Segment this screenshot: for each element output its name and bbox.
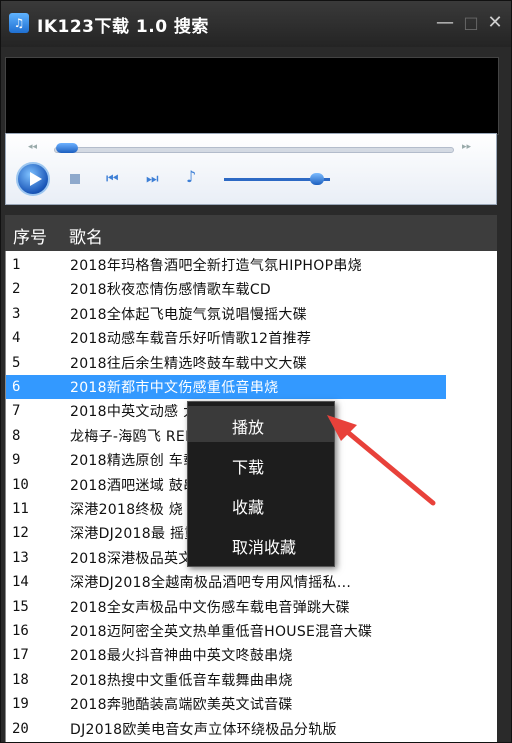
list-header: 序号 歌名: [5, 215, 497, 251]
volume-icon[interactable]: ♪: [186, 169, 196, 185]
table-row[interactable]: 17 2018最火抖音神曲中英文咚鼓串烧: [6, 643, 506, 667]
column-header-name[interactable]: 歌名: [69, 223, 103, 248]
row-song-name: 2018往后余生精选咚鼓车载中文大碟: [70, 355, 308, 372]
table-row[interactable]: 6 2018新都市中文伤感重低音串烧: [6, 375, 446, 399]
menu-item-favorite[interactable]: 收藏: [188, 486, 334, 522]
row-index: 20: [12, 720, 29, 737]
menu-item-label: 播放: [232, 418, 265, 437]
table-row[interactable]: 14 深港DJ2018全越南极品酒吧专用风情摇私...: [6, 570, 506, 594]
row-index: 15: [12, 598, 29, 615]
table-row[interactable]: 18 2018热搜中文重低音车载舞曲串烧: [6, 668, 506, 692]
table-row[interactable]: 3 2018全体起飞电旋气氛说唱慢摇大碟: [6, 302, 506, 326]
row-index: 6: [12, 379, 21, 395]
table-row[interactable]: 2 2018秋夜恋情伤感情歌车载CD: [6, 277, 506, 301]
row-song-name: 2018新都市中文伤感重低音串烧: [70, 380, 279, 396]
table-row[interactable]: 4 2018动感车载音乐好听情歌12首推荐: [6, 326, 506, 350]
row-song-name: 2018全体起飞电旋气氛说唱慢摇大碟: [70, 306, 308, 323]
seek-thumb[interactable]: [56, 143, 78, 153]
row-index: 4: [12, 330, 21, 347]
player-controls: ◂◂ ▸▸ ⏮ ⏭ ♪: [5, 133, 497, 205]
menu-item-unfavorite[interactable]: 取消收藏: [188, 526, 334, 562]
row-song-name: 2018热搜中文重低音车载舞曲串烧: [70, 672, 293, 689]
row-index: 8: [12, 427, 21, 444]
seek-back-icon[interactable]: ◂◂: [28, 142, 37, 152]
seek-forward-icon[interactable]: ▸▸: [462, 142, 471, 152]
row-index: 3: [12, 305, 21, 322]
table-row[interactable]: 5 2018往后余生精选咚鼓车载中文大碟: [6, 351, 506, 375]
menu-item-play[interactable]: 播放: [188, 406, 334, 442]
table-row[interactable]: 1 2018年玛格鲁酒吧全新打造气氛HIPHOP串烧: [6, 253, 506, 277]
row-index: 14: [12, 574, 29, 591]
row-index: 11: [12, 501, 29, 517]
row-index: 2: [12, 281, 21, 298]
row-song-name: 2018秋夜恋情伤感情歌车载CD: [70, 282, 271, 299]
row-index: 17: [12, 647, 29, 664]
row-song-name: 2018动感车载音乐好听情歌12首推荐: [70, 331, 312, 348]
row-index: 1: [12, 257, 21, 273]
row-index: 16: [12, 623, 29, 639]
row-index: 13: [12, 549, 29, 566]
stop-button[interactable]: [70, 174, 80, 184]
row-song-name: 2018奔驰酷装高端欧美英文试音碟: [70, 697, 293, 714]
menu-item-label: 取消收藏: [232, 538, 297, 557]
row-song-name: 2018全女声极品中文伤感车载电音弹跳大碟: [70, 599, 350, 616]
table-row[interactable]: 19 2018奔驰酷装高端欧美英文试音碟: [6, 692, 506, 716]
video-display: [5, 57, 499, 135]
row-song-name: 深港DJ2018全越南极品酒吧专用风情摇私...: [70, 575, 352, 592]
seek-bar[interactable]: [54, 147, 454, 153]
context-menu: 播放 下载 收藏 取消收藏: [187, 401, 335, 567]
close-button[interactable]: ✕: [483, 11, 507, 35]
next-button[interactable]: ⏭: [146, 172, 159, 186]
row-index: 5: [12, 354, 21, 371]
app-window: ♫ IK123下载 1.0 搜索 — □ ✕ ◂◂ ▸▸ ⏮ ⏭ ♪ 序号 歌名…: [0, 0, 512, 743]
column-header-index[interactable]: 序号: [13, 223, 47, 248]
window-title: IK123下载 1.0 搜索: [37, 17, 209, 37]
maximize-button[interactable]: □: [459, 11, 483, 35]
title-bar[interactable]: ♫ IK123下载 1.0 搜索 — □ ✕: [1, 1, 511, 47]
volume-thumb[interactable]: [310, 173, 324, 185]
annotation-arrow-icon: [327, 415, 436, 506]
row-song-name: DJ2018欧美电音女声立体环绕极品分轨版: [70, 721, 337, 738]
row-song-name: 2018最火抖音神曲中英文咚鼓串烧: [70, 648, 293, 665]
row-song-name: 2018迈阿密全英文热单重低音HOUSE混音大碟: [70, 624, 373, 640]
table-row[interactable]: 20 DJ2018欧美电音女声立体环绕极品分轨版: [6, 717, 506, 741]
row-index: 19: [12, 696, 29, 713]
row-index: 10: [12, 476, 29, 493]
row-index: 9: [12, 452, 21, 469]
row-song-name: 深港2018终极 烧: [70, 502, 184, 518]
table-row[interactable]: 15 2018全女声极品中文伤感车载电音弹跳大碟: [6, 595, 506, 619]
row-index: 7: [12, 403, 21, 420]
row-song-name: 2018年玛格鲁酒吧全新打造气氛HIPHOP串烧: [70, 258, 362, 274]
previous-button[interactable]: ⏮: [106, 172, 119, 186]
minimize-button[interactable]: —: [433, 11, 457, 35]
app-music-icon: ♫: [9, 13, 29, 33]
row-index: 12: [12, 525, 29, 542]
menu-item-label: 下载: [232, 458, 265, 477]
table-row[interactable]: 16 2018迈阿密全英文热单重低音HOUSE混音大碟: [6, 619, 506, 643]
row-index: 18: [12, 671, 29, 688]
play-button[interactable]: [16, 162, 50, 196]
menu-item-download[interactable]: 下载: [188, 446, 334, 482]
menu-item-label: 收藏: [232, 498, 265, 517]
